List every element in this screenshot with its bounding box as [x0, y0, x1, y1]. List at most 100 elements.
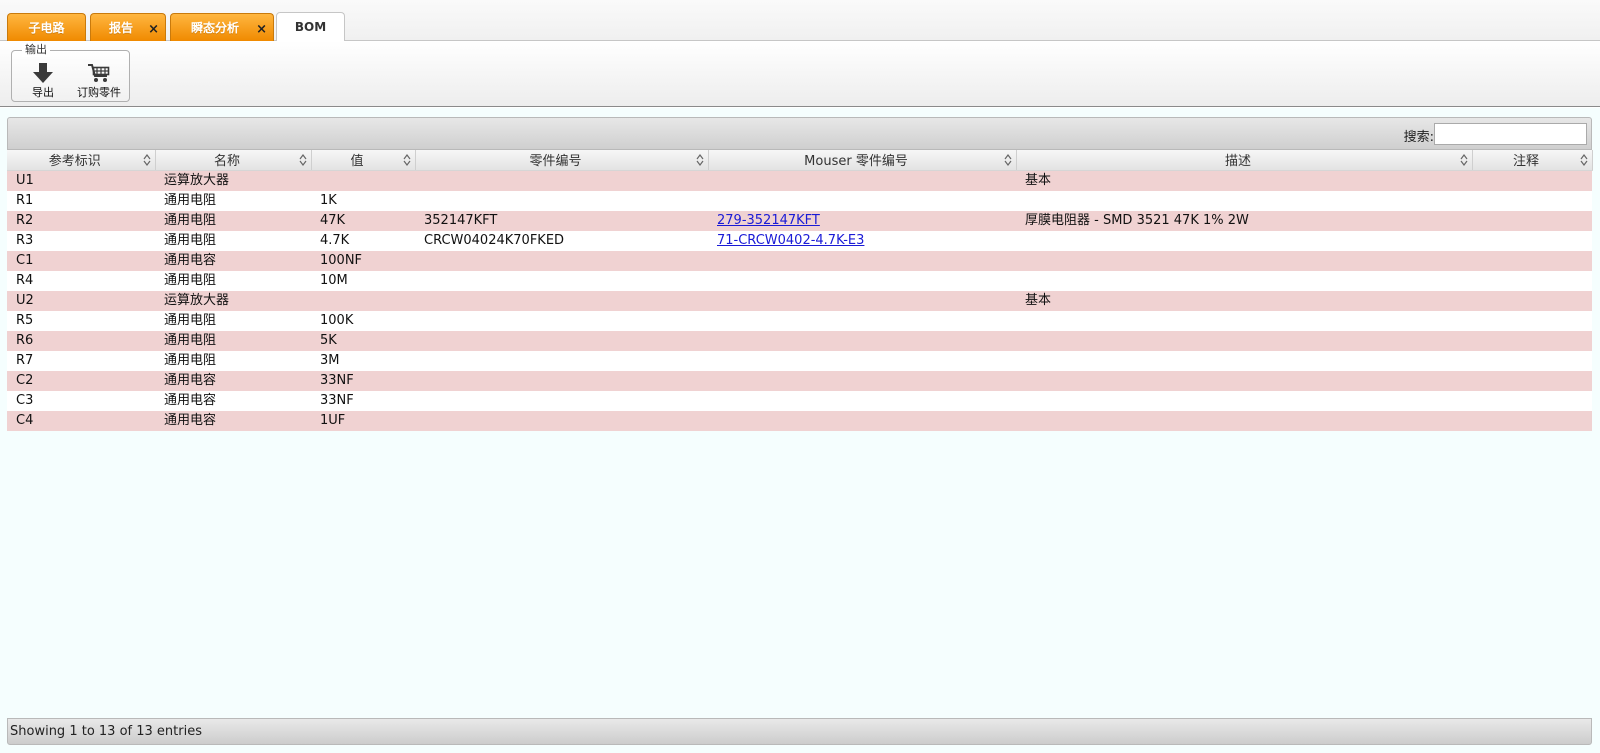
- value-cell: 10M: [311, 270, 415, 291]
- order-parts-button[interactable]: 订购零件: [73, 61, 125, 99]
- description-cell: 基本: [1016, 170, 1472, 191]
- search-input[interactable]: [1434, 123, 1587, 145]
- table-row[interactable]: R4 通用电阻 10M: [7, 270, 1592, 291]
- entries-info: Showing 1 to 13 of 13 entries: [10, 724, 202, 739]
- tab-label: BOM: [294, 20, 327, 34]
- column-header-part-number[interactable]: 零件编号: [415, 150, 709, 171]
- note-cell: [1472, 190, 1592, 211]
- table-row[interactable]: R6 通用电阻 5K: [7, 330, 1592, 351]
- ref-cell: U2: [7, 290, 155, 311]
- ref-cell: R3: [7, 230, 155, 251]
- value-cell: 100K: [311, 310, 415, 331]
- ref-cell: R5: [7, 310, 155, 331]
- tab-label: 报告: [108, 21, 133, 35]
- part-number-cell: [415, 290, 708, 311]
- table-row[interactable]: C1 通用电容 100NF: [7, 250, 1592, 271]
- part-number-cell: CRCW04024K70FKED: [415, 230, 708, 251]
- value-cell: 4.7K: [311, 230, 415, 251]
- name-cell: 通用电阻: [155, 190, 311, 211]
- table-row[interactable]: C3 通用电容 33NF: [7, 390, 1592, 411]
- note-cell: [1472, 350, 1592, 371]
- table-row[interactable]: R5 通用电阻 100K: [7, 310, 1592, 331]
- ref-cell: C2: [7, 370, 155, 391]
- column-header-mouser-part-number[interactable]: Mouser 零件编号: [708, 150, 1017, 171]
- close-icon[interactable]: ×: [256, 23, 267, 36]
- value-cell: 1K: [311, 190, 415, 211]
- close-icon[interactable]: ×: [148, 23, 159, 36]
- tab-bom[interactable]: BOM: [276, 12, 345, 41]
- name-cell: 通用电阻: [155, 270, 311, 291]
- tab-label: 瞬态分析: [190, 21, 239, 35]
- value-cell: 33NF: [311, 370, 415, 391]
- description-cell: [1016, 390, 1472, 411]
- column-header-value[interactable]: 值: [311, 150, 416, 171]
- order-parts-label: 订购零件: [77, 86, 121, 99]
- note-cell: [1472, 230, 1592, 251]
- description-cell: [1016, 310, 1472, 331]
- export-button[interactable]: 导出: [28, 61, 58, 99]
- mouser-part-number-cell: [708, 290, 1016, 311]
- name-cell: 通用电容: [155, 250, 311, 271]
- header-row: 参考标识 名称 值 零件编号 Mouser 零件编号 描述 注释: [7, 150, 1593, 171]
- ref-cell: C4: [7, 410, 155, 431]
- column-header-name[interactable]: 名称: [155, 150, 312, 171]
- part-number-cell: [415, 310, 708, 331]
- part-number-cell: 352147KFT: [415, 210, 708, 231]
- description-cell: 基本: [1016, 290, 1472, 311]
- name-cell: 通用电阻: [155, 350, 311, 371]
- mouser-part-number-cell: [708, 170, 1016, 191]
- value-cell: 47K: [311, 210, 415, 231]
- tab-subcircuit[interactable]: 子电路: [7, 13, 86, 41]
- part-number-cell: [415, 270, 708, 291]
- column-header-ref[interactable]: 参考标识: [7, 150, 156, 171]
- value-cell: [311, 170, 415, 191]
- description-cell: [1016, 370, 1472, 391]
- tab-transient-analysis[interactable]: 瞬态分析 ×: [170, 13, 274, 41]
- description-cell: [1016, 230, 1472, 251]
- mouser-part-number-cell: [708, 270, 1016, 291]
- ribbon-toolbar: 输出 导出 订购零件: [0, 41, 1600, 107]
- tab-label: 子电路: [28, 21, 65, 35]
- name-cell: 通用电容: [155, 370, 311, 391]
- column-title: 值: [350, 154, 364, 170]
- table-row[interactable]: C2 通用电容 33NF: [7, 370, 1592, 391]
- column-header-description[interactable]: 描述: [1016, 150, 1473, 171]
- mouser-part-link[interactable]: 279-352147KFT: [717, 213, 820, 228]
- group-label: 输出: [22, 43, 50, 57]
- tab-report[interactable]: 报告 ×: [90, 13, 166, 41]
- note-cell: [1472, 330, 1592, 351]
- search-label: 搜索:: [1403, 130, 1434, 145]
- note-cell: [1472, 390, 1592, 411]
- bom-table-body: U1 运算放大器 基本 R1 通用电阻 1K R2 通用电阻 47K 352147KFT 279-3…: [7, 170, 1592, 431]
- mouser-part-number-cell: [708, 370, 1016, 391]
- note-cell: [1472, 270, 1592, 291]
- column-title: Mouser 零件编号: [804, 154, 908, 170]
- table-row[interactable]: U2 运算放大器 基本: [7, 290, 1592, 311]
- value-cell: 5K: [311, 330, 415, 351]
- mouser-part-link[interactable]: 71-CRCW0402-4.7K-E3: [717, 233, 864, 248]
- name-cell: 通用电阻: [155, 210, 311, 231]
- table-row[interactable]: R2 通用电阻 47K 352147KFT 279-352147KFT 厚膜电阻器 - S…: [7, 210, 1592, 231]
- table-row[interactable]: C4 通用电容 1UF: [7, 410, 1592, 431]
- name-cell: 运算放大器: [155, 170, 311, 191]
- description-cell: [1016, 270, 1472, 291]
- column-title: 注释: [1512, 154, 1539, 170]
- ref-cell: C1: [7, 250, 155, 271]
- sort-both-icon: [1580, 154, 1587, 166]
- table-row[interactable]: R1 通用电阻 1K: [7, 190, 1592, 211]
- mouser-part-number-cell: [708, 390, 1016, 411]
- mouser-part-number-cell: [708, 330, 1016, 351]
- table-row[interactable]: U1 运算放大器 基本: [7, 170, 1592, 191]
- part-number-cell: [415, 190, 708, 211]
- name-cell: 通用电容: [155, 410, 311, 431]
- value-cell: 3M: [311, 350, 415, 371]
- table-row[interactable]: R3 通用电阻 4.7K CRCW04024K70FKED 71-CRCW0402-4.…: [7, 230, 1592, 251]
- value-cell: 1UF: [311, 410, 415, 431]
- output-group: 输出 导出 订购零件: [11, 43, 130, 102]
- sort-both-icon: [299, 154, 306, 166]
- column-header-note[interactable]: 注释: [1472, 150, 1593, 171]
- ref-cell: R6: [7, 330, 155, 351]
- description-cell: [1016, 250, 1472, 271]
- name-cell: 通用电阻: [155, 330, 311, 351]
- table-row[interactable]: R7 通用电阻 3M: [7, 350, 1592, 371]
